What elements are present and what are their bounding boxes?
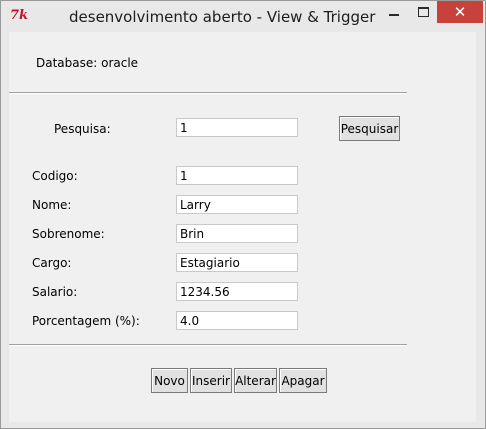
minimize-icon xyxy=(389,14,399,16)
codigo-label: Codigo: xyxy=(32,169,78,183)
maximize-button[interactable] xyxy=(409,1,437,23)
search-input[interactable] xyxy=(176,118,298,137)
nome-field[interactable] xyxy=(176,195,298,214)
inserir-button[interactable]: Inserir xyxy=(190,368,232,393)
codigo-field[interactable] xyxy=(176,166,298,185)
minimize-button[interactable] xyxy=(380,1,408,23)
close-button[interactable]: ✕ xyxy=(437,1,483,23)
close-icon: ✕ xyxy=(453,3,467,21)
search-button[interactable]: Pesquisar xyxy=(339,116,400,141)
salario-field[interactable] xyxy=(176,282,298,301)
search-label: Pesquisa: xyxy=(54,122,111,136)
title-bar[interactable]: 7k desenvolvimento aberto - View & Trigg… xyxy=(1,1,485,32)
sobrenome-field[interactable] xyxy=(176,224,298,243)
apagar-button[interactable]: Apagar xyxy=(279,368,327,393)
nome-label: Nome: xyxy=(32,198,72,212)
novo-button[interactable]: Novo xyxy=(151,368,188,393)
sobrenome-label: Sobrenome: xyxy=(32,227,105,241)
window-title: desenvolvimento aberto - View & Trigger xyxy=(69,8,376,26)
porcentagem-label: Porcentagem (%): xyxy=(32,314,140,328)
maximize-icon xyxy=(417,7,429,17)
database-label: Database: oracle xyxy=(36,56,139,70)
separator-top xyxy=(9,92,407,94)
salario-label: Salario: xyxy=(32,285,78,299)
porcentagem-field[interactable] xyxy=(176,311,298,330)
separator-bottom xyxy=(9,344,407,346)
tk-feather-icon[interactable]: 7k xyxy=(10,8,30,24)
alterar-button[interactable]: Alterar xyxy=(234,368,277,393)
cargo-label: Cargo: xyxy=(32,256,72,270)
form-area: Database: oracle Pesquisa: Pesquisar Cod… xyxy=(9,32,476,422)
app-window: 7k desenvolvimento aberto - View & Trigg… xyxy=(0,0,486,429)
cargo-field[interactable] xyxy=(176,253,298,272)
